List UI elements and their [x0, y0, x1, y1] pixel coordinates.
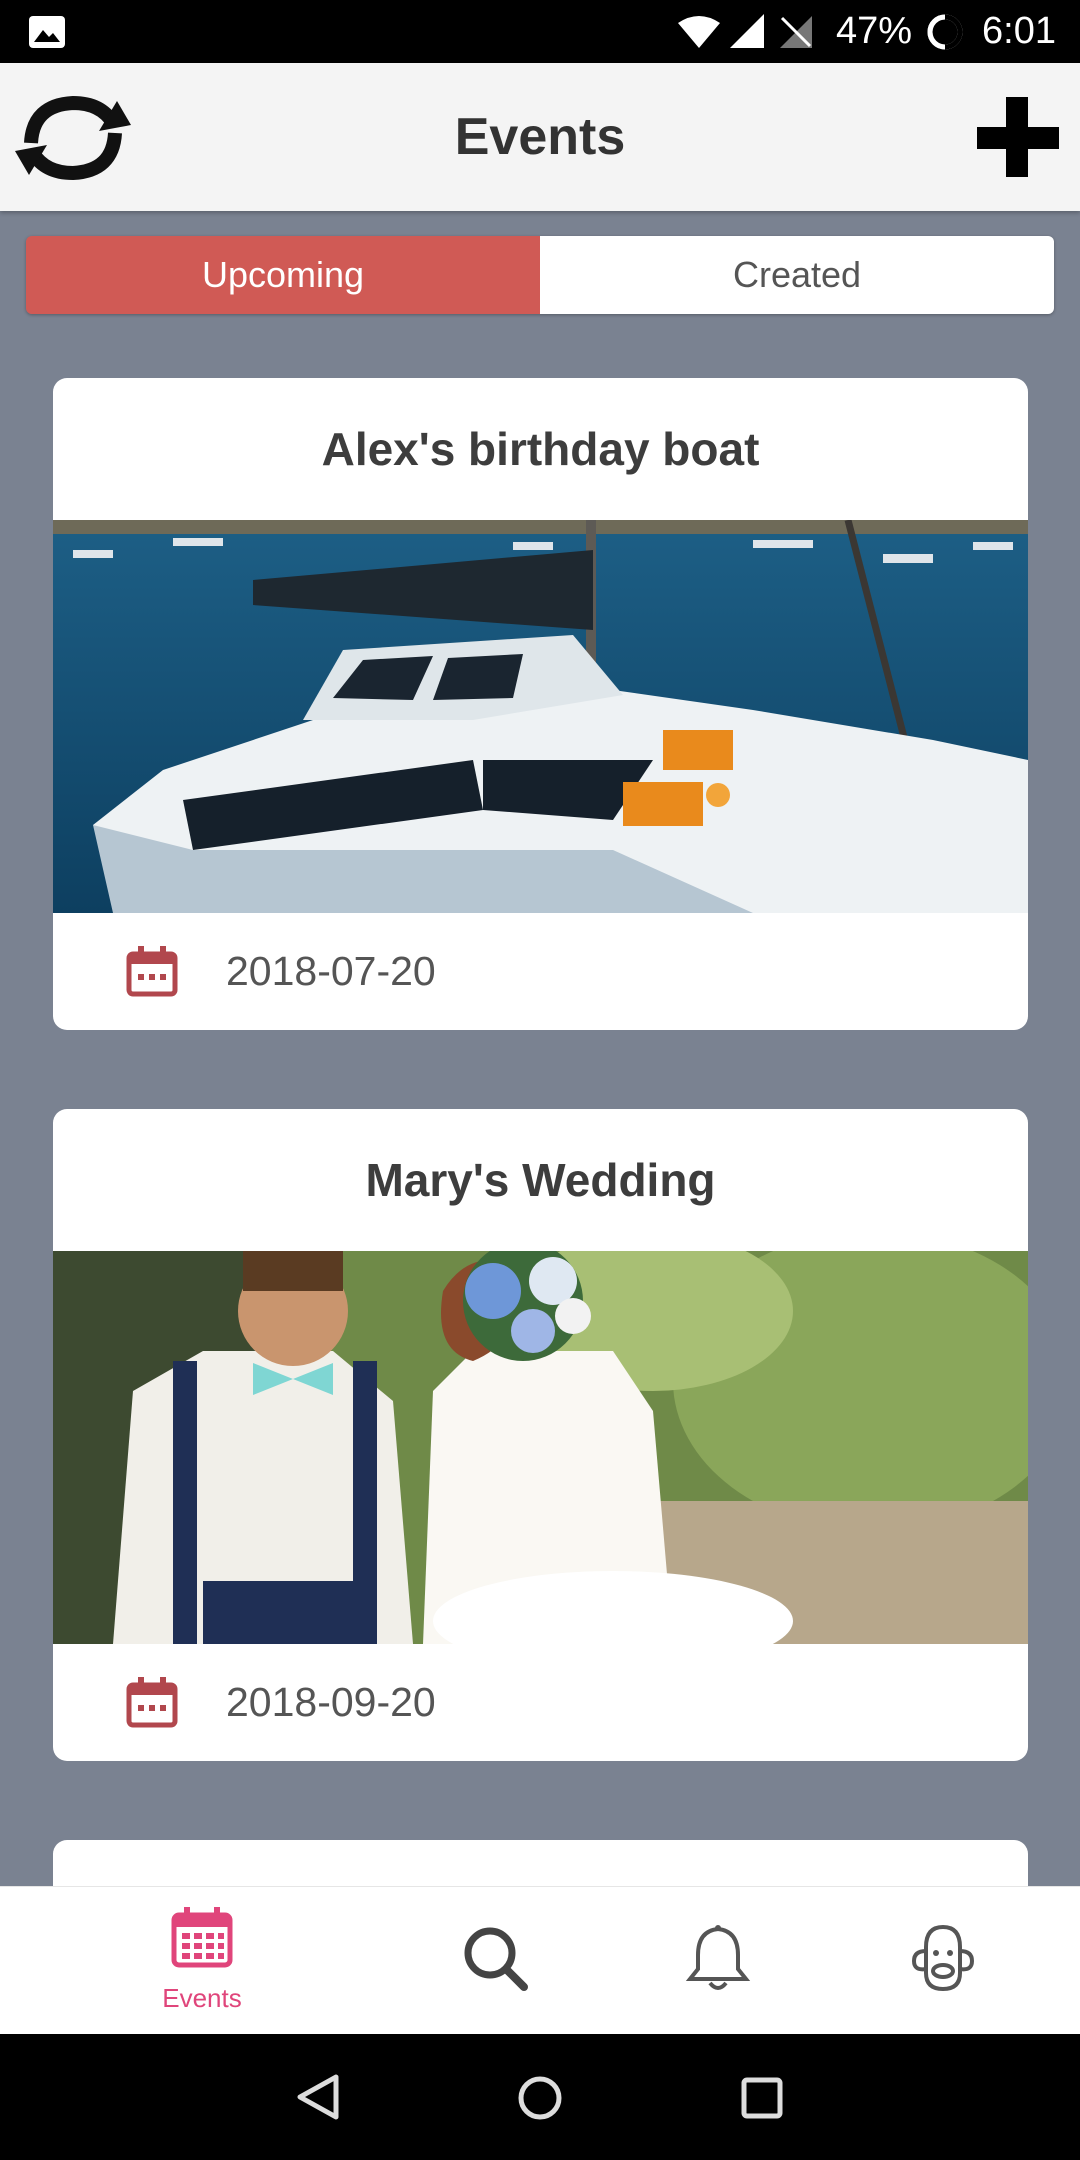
clock: 6:01 [982, 10, 1056, 52]
add-event-button[interactable] [970, 89, 1066, 185]
event-card[interactable]: Mary's Wedding 2018-09-20 [53, 1109, 1028, 1761]
back-icon[interactable] [296, 2074, 340, 2120]
event-photo-wedding [53, 1251, 1028, 1644]
nav-search[interactable] [440, 1887, 550, 2035]
refresh-icon [15, 95, 131, 181]
recents-icon[interactable] [740, 2076, 784, 2120]
calendar-icon [171, 1907, 233, 1968]
app-bar: Events [0, 63, 1080, 211]
battery-percent: 47% [836, 10, 913, 52]
nav-notifications[interactable] [664, 1887, 774, 2035]
nav-events-label: Events [162, 1983, 242, 2013]
search-icon [464, 1927, 528, 1991]
status-bar: 47% 6:01 [0, 0, 1080, 63]
event-title: Mary's Wedding [365, 1154, 716, 1206]
profile-icon [911, 1924, 975, 1992]
tab-upcoming[interactable]: Upcoming [26, 236, 540, 314]
plus-icon [977, 97, 1059, 177]
calendar-icon [126, 1677, 178, 1728]
event-date: 2018-09-20 [226, 1678, 436, 1725]
bell-icon [685, 1925, 751, 1990]
calendar-icon [126, 946, 178, 997]
home-icon[interactable] [516, 2074, 564, 2122]
nav-profile[interactable] [888, 1887, 998, 2035]
event-title: Alex's birthday boat [321, 423, 760, 475]
refresh-button[interactable] [8, 81, 138, 193]
event-photo-boat [53, 520, 1028, 913]
tab-created[interactable]: Created [540, 236, 1054, 314]
image-notification-icon [28, 0, 66, 63]
bottom-navigation: Events [0, 1886, 1080, 2034]
wifi-icon [676, 0, 722, 63]
signal-icon [728, 0, 766, 63]
page-title: Events [454, 108, 626, 166]
event-filter-tabs: Upcoming Created [26, 236, 1054, 314]
event-card[interactable]: Alex's birthday boat 2018-07-20 [53, 378, 1028, 1030]
system-navigation-bar [0, 2034, 1080, 2160]
battery-icon [926, 0, 964, 63]
nav-events[interactable]: Events [102, 1887, 302, 2035]
event-date: 2018-07-20 [226, 947, 436, 994]
no-signal-icon [778, 0, 814, 63]
